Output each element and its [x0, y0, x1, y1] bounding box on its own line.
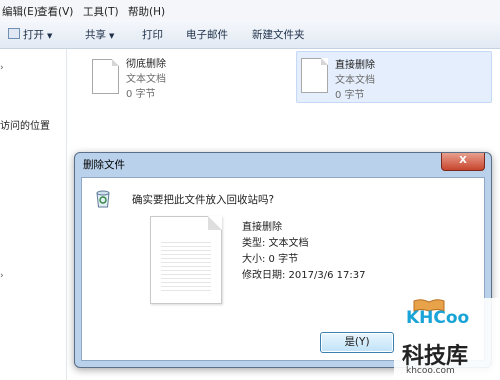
- chevron-down-icon: ▼: [47, 32, 53, 40]
- menu-view[interactable]: 查看(V): [37, 4, 73, 19]
- text-file-icon: [301, 58, 328, 93]
- file-name: 彻底删除: [126, 59, 166, 70]
- menu-help[interactable]: 帮助(H): [128, 4, 165, 19]
- file-type: 文本文档: [335, 75, 375, 86]
- menu-bar: 编辑(E) 查看(V) 工具(T) 帮助(H): [0, 0, 500, 21]
- text-file-icon: [92, 59, 119, 94]
- close-button[interactable]: X: [441, 153, 485, 171]
- share-button[interactable]: 共享 ▼: [85, 27, 114, 42]
- yes-button[interactable]: 是(Y): [320, 332, 394, 353]
- menu-tools[interactable]: 工具(T): [83, 4, 119, 19]
- file-type: 文本文档: [126, 74, 166, 85]
- sidebar-item-recent[interactable]: 访问的位置: [0, 117, 50, 132]
- file-name: 直接删除: [335, 60, 375, 71]
- file-size: 0 字节: [126, 89, 156, 100]
- file-size-line: 大小: 0 字节: [242, 254, 299, 265]
- file-item-selected[interactable]: 直接删除 文本文档 0 字节: [296, 51, 492, 103]
- share-label: 共享: [85, 29, 106, 41]
- confirm-question: 确实要把此文件放入回收站吗?: [132, 194, 275, 206]
- print-button[interactable]: 打印: [142, 27, 163, 42]
- open-button[interactable]: 打开 ▼: [8, 27, 52, 42]
- file-type-line: 类型: 文本文档: [242, 238, 309, 249]
- file-size: 0 字节: [335, 90, 365, 101]
- expand-arrow-icon[interactable]: ›: [0, 271, 4, 281]
- new-folder-button[interactable]: 新建文件夹: [252, 27, 305, 42]
- dialog-title: 删除文件: [83, 159, 125, 171]
- file-item[interactable]: 彻底删除 文本文档 0 字节: [88, 55, 208, 100]
- collapse-arrow-icon[interactable]: ›: [0, 63, 4, 73]
- email-button[interactable]: 电子邮件: [186, 27, 228, 42]
- recycle-bin-icon: [96, 190, 110, 208]
- chevron-down-icon: ▼: [109, 32, 115, 40]
- watermark-url: khcoo.com: [406, 366, 455, 376]
- open-icon: [8, 28, 20, 39]
- close-icon: X: [459, 155, 467, 166]
- open-label: 打开: [23, 29, 44, 41]
- large-text-file-icon: [150, 216, 222, 304]
- file-name: 直接删除: [242, 222, 282, 233]
- modified-date-line: 修改日期: 2017/3/6 17:37: [242, 270, 366, 281]
- command-toolbar: 打开 ▼ 共享 ▼ 打印 电子邮件 新建文件夹: [0, 20, 500, 49]
- watermark: KHCoo 科技库 khcoo.com: [394, 298, 500, 380]
- navigation-pane: › 访问的位置 ›: [0, 49, 67, 380]
- menu-edit[interactable]: 编辑(E): [2, 4, 38, 19]
- watermark-logo: KHCoo: [406, 308, 470, 328]
